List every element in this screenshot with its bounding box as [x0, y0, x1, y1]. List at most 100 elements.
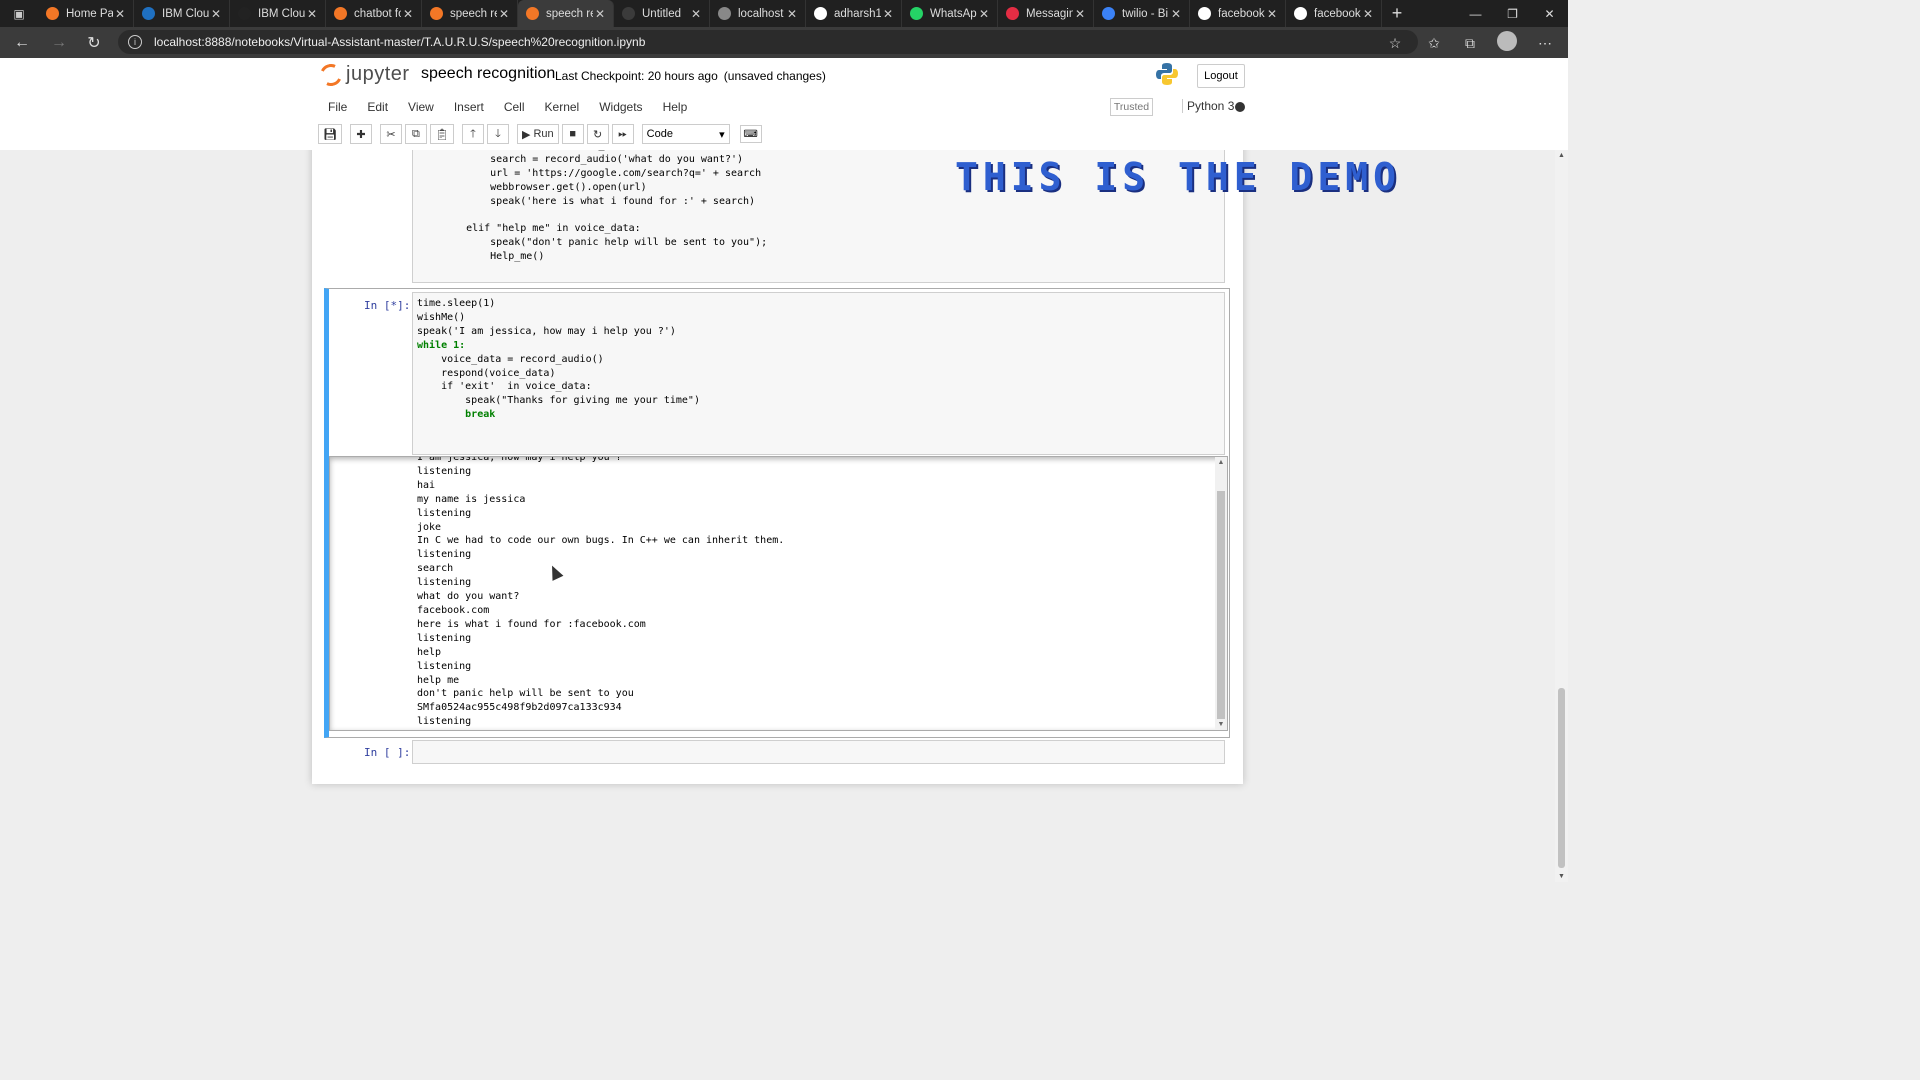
checkpoint-status: Last Checkpoint: 20 hours ago (unsaved ch…	[555, 69, 826, 83]
browser-tab[interactable]: chatbot fo ✕	[326, 0, 422, 27]
browser-tab[interactable]: speech re ✕	[518, 0, 614, 27]
jupyter-icon	[334, 7, 347, 20]
save-button[interactable]: 💾︎	[318, 124, 342, 144]
move-up-icon[interactable]: 🡑	[461, 124, 484, 144]
tab-strip: Home Pa ✕ IBM Clou ✕ IBM Clou ✕ chatbot fo ✕ spe…	[38, 0, 1382, 27]
menu-help[interactable]: Help	[653, 100, 698, 114]
favorite-star-icon[interactable]: ☆	[1383, 31, 1407, 55]
code-line: speak("Thanks for giving me your time")	[417, 395, 700, 407]
page-scrollbar[interactable]: ▲ ▼	[1555, 150, 1568, 882]
output-scrollbar[interactable]: ▲ ▼	[1215, 457, 1227, 730]
jupyter-logo[interactable]: jupyter	[316, 60, 410, 89]
browser-tab[interactable]: WhatsApp✕	[902, 0, 998, 27]
minimize-icon[interactable]: —	[1457, 0, 1494, 27]
browser-tab[interactable]: localhost ✕	[710, 0, 806, 27]
code-line: time.sleep(1)	[417, 298, 496, 309]
demo-overlay-text: THIS IS THE DEMO	[955, 155, 1402, 199]
browser-tab-label: Messagin	[1026, 7, 1073, 20]
close-tab-icon[interactable]: ✕	[785, 7, 799, 21]
scroll-up-icon[interactable]: ▲	[1215, 459, 1227, 466]
forward-button[interactable]: →	[47, 31, 71, 55]
scroll-down-icon[interactable]: ▼	[1215, 721, 1227, 728]
menu-edit[interactable]: Edit	[357, 100, 398, 114]
restore-icon[interactable]: ❐	[1494, 0, 1531, 27]
cut-icon[interactable]: ✂	[379, 124, 402, 144]
browser-tab[interactable]: IBM Clou ✕	[230, 0, 326, 27]
notebook-title[interactable]: speech recognition	[421, 65, 555, 83]
close-tab-icon[interactable]: ✕	[401, 7, 415, 21]
output-scroll-thumb[interactable]	[1217, 491, 1225, 719]
menu-widgets[interactable]: Widgets	[589, 100, 652, 114]
browser-tab[interactable]: speech re ✕	[422, 0, 518, 27]
browser-tab[interactable]: Home Pa ✕	[38, 0, 134, 27]
site-info-icon[interactable]: i	[128, 35, 142, 49]
close-tab-icon[interactable]: ✕	[1361, 7, 1375, 21]
browser-tab-label: IBM Clou	[162, 7, 209, 20]
menu-file[interactable]: File	[318, 100, 357, 114]
refresh-button[interactable]: ↻	[82, 31, 106, 55]
close-tab-icon[interactable]: ✕	[497, 7, 511, 21]
running-cell[interactable]: In [*]: time.sleep(1) wishMe() speak('I …	[324, 288, 1230, 738]
close-tab-icon[interactable]: ✕	[977, 7, 991, 21]
restart-run-all-icon[interactable]: ⏩︎	[611, 124, 634, 144]
menu-view[interactable]: View	[398, 100, 444, 114]
run-button[interactable]: ▶ Run	[516, 124, 559, 144]
scroll-up-icon[interactable]: ▲	[1555, 152, 1568, 159]
collections-icon[interactable]: ⧉	[1458, 31, 1482, 55]
move-down-icon[interactable]: 🡓	[486, 124, 509, 144]
browser-tab-label: IBM Clou	[258, 7, 305, 20]
browser-tab[interactable]: adharsh1t ✕	[806, 0, 902, 27]
menu-insert[interactable]: Insert	[444, 100, 494, 114]
more-menu-icon[interactable]: ⋯	[1533, 31, 1557, 55]
cell2-input-area[interactable]: time.sleep(1) wishMe() speak('I am jessi…	[412, 292, 1225, 455]
browser-tab[interactable]: Messagin ✕	[998, 0, 1094, 27]
url-field[interactable]: i localhost:8888/notebooks/Virtual-Assis…	[118, 30, 1418, 54]
close-tab-icon[interactable]: ✕	[305, 7, 319, 21]
tab-actions-icon[interactable]: ▣	[0, 0, 38, 27]
window-controls: — ❐ ✕	[1457, 0, 1568, 27]
insert-cell-button[interactable]: ✚	[349, 124, 372, 144]
close-tab-icon[interactable]: ✕	[1169, 7, 1183, 21]
chevron-down-icon: ▾	[719, 128, 725, 141]
code-line: while 1:	[417, 339, 466, 351]
page-scroll-thumb[interactable]	[1558, 688, 1565, 868]
close-tab-icon[interactable]: ✕	[113, 7, 127, 21]
run-label: Run	[533, 128, 554, 140]
cell2-output-area[interactable]: I am jessica, how may i help you ? liste…	[329, 456, 1228, 731]
close-tab-icon[interactable]: ✕	[881, 7, 895, 21]
favorites-icon[interactable]: ✩	[1422, 31, 1446, 55]
menu-kernel[interactable]: Kernel	[535, 100, 590, 114]
scroll-down-icon[interactable]: ▼	[1555, 873, 1568, 880]
keyboard-icon[interactable]: ⌨	[739, 125, 762, 143]
browser-tab-label: facebook	[1218, 7, 1265, 20]
empty-cell[interactable]: In [ ]:	[312, 740, 1243, 770]
cell2-code: time.sleep(1) wishMe() speak('I am jessi…	[417, 297, 1220, 422]
jupyter-header: jupyter speech recognition Last Checkpoi…	[0, 58, 1568, 150]
browser-tab-label: Home Pa	[66, 7, 113, 20]
copy-icon[interactable]: ⧉	[404, 124, 427, 144]
close-tab-icon[interactable]: ✕	[1073, 7, 1087, 21]
logout-button[interactable]: Logout	[1197, 64, 1245, 88]
browser-tab-label: WhatsApp	[930, 7, 977, 20]
back-button[interactable]: ←	[10, 31, 34, 55]
profile-avatar[interactable]	[1497, 31, 1517, 51]
new-tab-button[interactable]: +	[1382, 0, 1412, 27]
paste-icon[interactable]: 📋︎	[429, 124, 454, 144]
browser-tab[interactable]: facebook ✕	[1190, 0, 1286, 27]
close-tab-icon[interactable]: ✕	[593, 7, 607, 21]
page-icon	[718, 7, 731, 20]
close-tab-icon[interactable]: ✕	[209, 7, 223, 21]
close-tab-icon[interactable]: ✕	[689, 7, 703, 21]
menu-cell[interactable]: Cell	[494, 100, 535, 114]
browser-tab[interactable]: Untitled ✕	[614, 0, 710, 27]
cell3-input-area[interactable]	[412, 740, 1225, 764]
browser-tab[interactable]: IBM Clou ✕	[134, 0, 230, 27]
close-window-icon[interactable]: ✕	[1531, 0, 1568, 27]
close-tab-icon[interactable]: ✕	[1265, 7, 1279, 21]
restart-icon[interactable]: ↻	[586, 124, 609, 144]
browser-tab[interactable]: facebook ✕	[1286, 0, 1382, 27]
trusted-indicator[interactable]: Trusted	[1110, 98, 1153, 116]
cell-type-select[interactable]: Code ▾	[641, 124, 730, 144]
browser-tab[interactable]: twilio - Bi ✕	[1094, 0, 1190, 27]
stop-icon[interactable]: ■	[561, 124, 584, 144]
